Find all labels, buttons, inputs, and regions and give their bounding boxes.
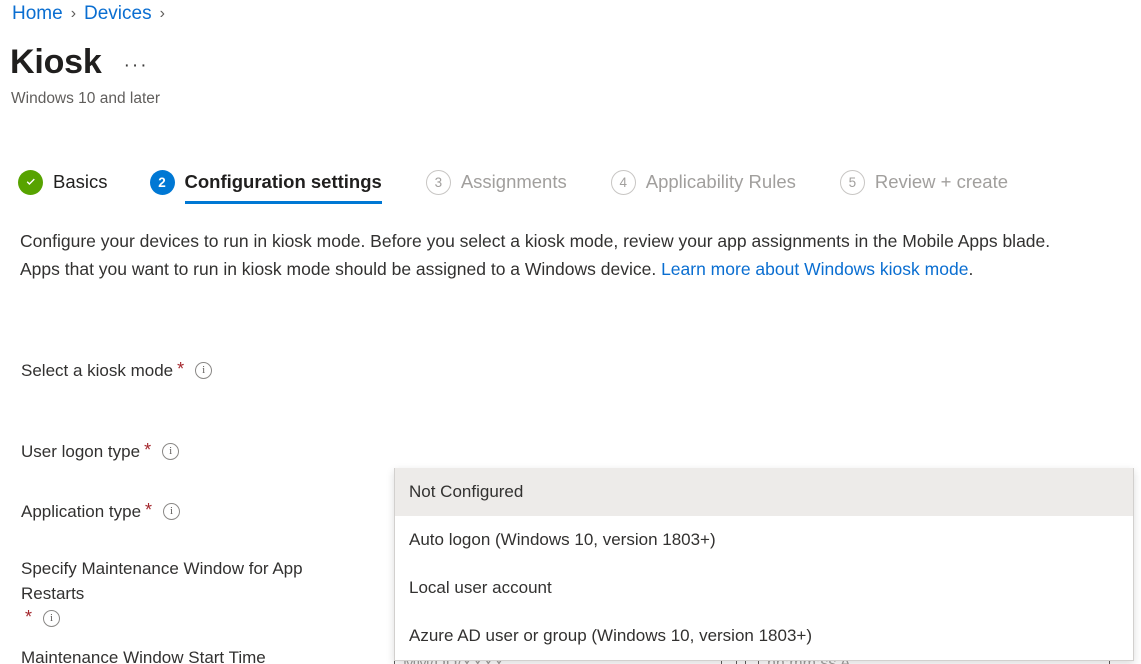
title-row: Kiosk ··· — [10, 40, 149, 84]
step-number-badge-5: 5 — [840, 170, 865, 195]
required-asterisk: * — [177, 358, 184, 380]
required-asterisk: * — [144, 439, 151, 461]
check-icon — [18, 170, 43, 195]
label-application-type: Application type * i — [0, 499, 375, 524]
step-number-badge: 2 — [150, 170, 175, 195]
tab-label-basics: Basics — [53, 170, 108, 194]
label-text: User logon type — [21, 439, 140, 464]
tab-basics[interactable]: Basics — [18, 158, 108, 206]
label-select-kiosk-mode: Select a kiosk mode * i — [0, 358, 375, 383]
label-text: Select a kiosk mode — [21, 358, 173, 383]
tab-label-assignments: Assignments — [461, 170, 567, 194]
tab-assignments[interactable]: 3 Assignments — [426, 158, 567, 206]
label-user-logon-type: User logon type * i — [0, 439, 375, 464]
tab-configuration-settings[interactable]: 2 Configuration settings — [150, 158, 382, 206]
wizard-tabs: Basics 2 Configuration settings 3 Assign… — [18, 158, 1046, 208]
info-icon[interactable]: i — [163, 503, 180, 520]
field-row-user-logon-type: User logon type * i — [0, 439, 1141, 464]
dropdown-option-auto-logon[interactable]: Auto logon (Windows 10, version 1803+) — [395, 516, 1133, 564]
label-specify-maintenance-window: Specify Maintenance Window for App Resta… — [0, 556, 355, 628]
user-logon-type-dropdown-list: Not Configured Auto logon (Windows 10, v… — [394, 468, 1134, 661]
breadcrumb-separator-icon-2: › — [157, 1, 168, 27]
page-description: Configure your devices to run in kiosk m… — [20, 228, 1082, 283]
kiosk-configuration-page: Home › Devices › Kiosk ··· Windows 10 an… — [0, 0, 1141, 664]
description-text-end: . — [968, 259, 973, 279]
required-asterisk: * — [25, 606, 32, 628]
label-text: Application type — [21, 499, 141, 524]
label-maintenance-window-start-time: Maintenance Window Start Time — [0, 645, 375, 664]
label-text: Specify Maintenance Window for App Resta… — [21, 556, 341, 606]
info-icon[interactable]: i — [162, 443, 179, 460]
field-row-kiosk-mode: Select a kiosk mode * i — [0, 358, 1141, 383]
tab-review-create[interactable]: 5 Review + create — [840, 158, 1008, 206]
info-icon[interactable]: i — [195, 362, 212, 379]
breadcrumb-item-home[interactable]: Home — [7, 1, 68, 27]
breadcrumb-item-devices[interactable]: Devices — [79, 1, 157, 27]
page-subtitle: Windows 10 and later — [11, 88, 160, 110]
dropdown-option-local-user-account[interactable]: Local user account — [395, 564, 1133, 612]
required-asterisk: * — [145, 499, 152, 521]
breadcrumb: Home › Devices › — [7, 1, 168, 27]
label-text: Maintenance Window Start Time — [21, 645, 266, 664]
breadcrumb-separator-icon: › — [68, 1, 79, 27]
tab-label-configuration-settings: Configuration settings — [185, 170, 382, 194]
learn-more-link[interactable]: Learn more about Windows kiosk mode — [661, 259, 968, 279]
more-options-icon[interactable]: ··· — [124, 59, 149, 73]
info-icon[interactable]: i — [43, 610, 60, 627]
tab-label-review-create: Review + create — [875, 170, 1008, 194]
step-number-badge-3: 3 — [426, 170, 451, 195]
dropdown-option-azure-ad-user-or-group[interactable]: Azure AD user or group (Windows 10, vers… — [395, 612, 1133, 660]
dropdown-option-not-configured[interactable]: Not Configured — [395, 468, 1133, 516]
step-number-badge-4: 4 — [611, 170, 636, 195]
tab-label-applicability-rules: Applicability Rules — [646, 170, 796, 194]
tab-applicability-rules[interactable]: 4 Applicability Rules — [611, 158, 796, 206]
page-title: Kiosk — [10, 40, 102, 84]
